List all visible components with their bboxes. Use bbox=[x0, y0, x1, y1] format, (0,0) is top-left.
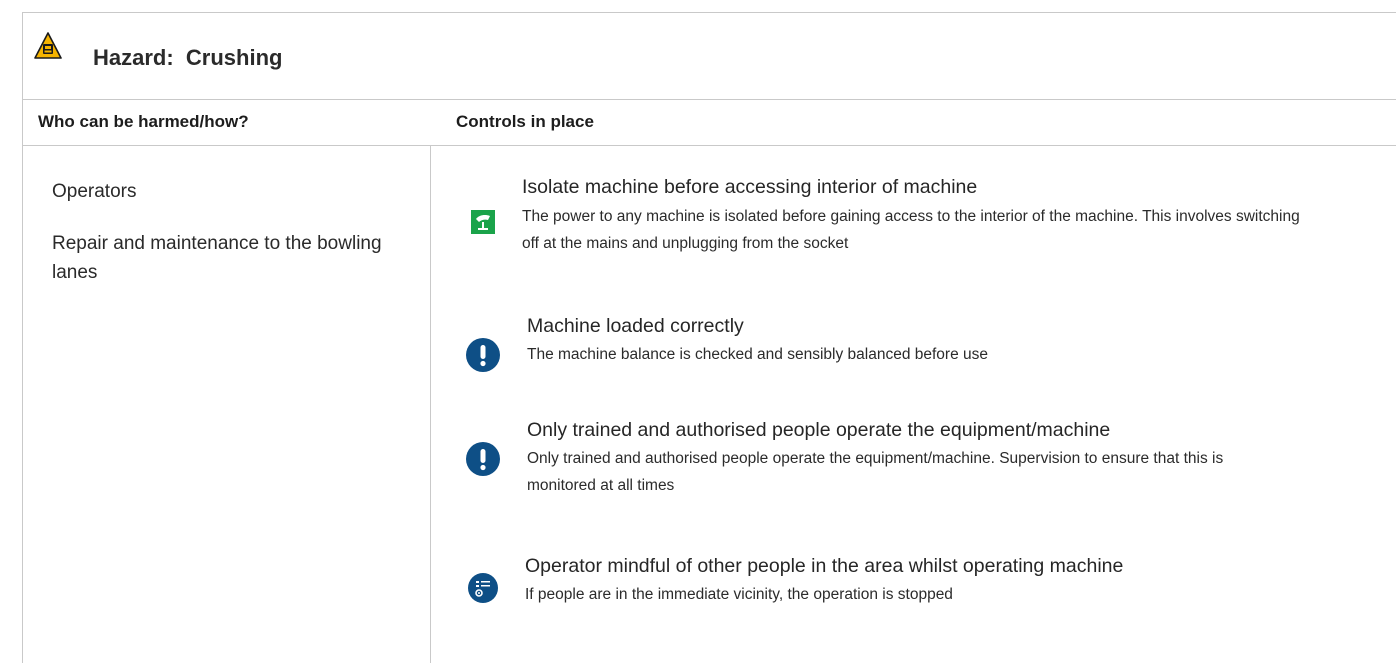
isolate-power-icon bbox=[471, 210, 495, 234]
hazard-title: Hazard: Crushing bbox=[93, 45, 283, 70]
control-title: Operator mindful of other people in the … bbox=[525, 555, 1124, 577]
column-header-who: Who can be harmed/how? bbox=[38, 112, 249, 131]
harmed-item: Repair and maintenance to the bowling la… bbox=[52, 233, 382, 283]
control-title: Only trained and authorised people opera… bbox=[527, 419, 1111, 441]
control-description: The power to any machine is isolated bef… bbox=[522, 208, 1300, 252]
hazard-warning-icon bbox=[34, 32, 62, 60]
control-title: Machine loaded correctly bbox=[527, 315, 744, 337]
column-divider bbox=[430, 145, 431, 663]
column-headers: Who can be harmed/how? Controls in place bbox=[23, 100, 1396, 146]
column-header-controls: Controls in place bbox=[456, 112, 594, 131]
hazard-header: Hazard: Crushing bbox=[23, 13, 1396, 100]
control-description: The machine balance is checked and sensi… bbox=[527, 346, 988, 363]
control-description: Only trained and authorised people opera… bbox=[527, 450, 1224, 494]
harmed-list: Operators Repair and maintenance to the … bbox=[52, 177, 402, 310]
control-description: If people are in the immediate vicinity,… bbox=[525, 586, 953, 603]
exclamation-icon bbox=[466, 442, 500, 476]
procedure-checklist-icon bbox=[468, 573, 498, 603]
exclamation-icon bbox=[466, 338, 500, 372]
control-title: Isolate machine before accessing interio… bbox=[522, 176, 978, 198]
harmed-item: Operators bbox=[52, 181, 137, 202]
